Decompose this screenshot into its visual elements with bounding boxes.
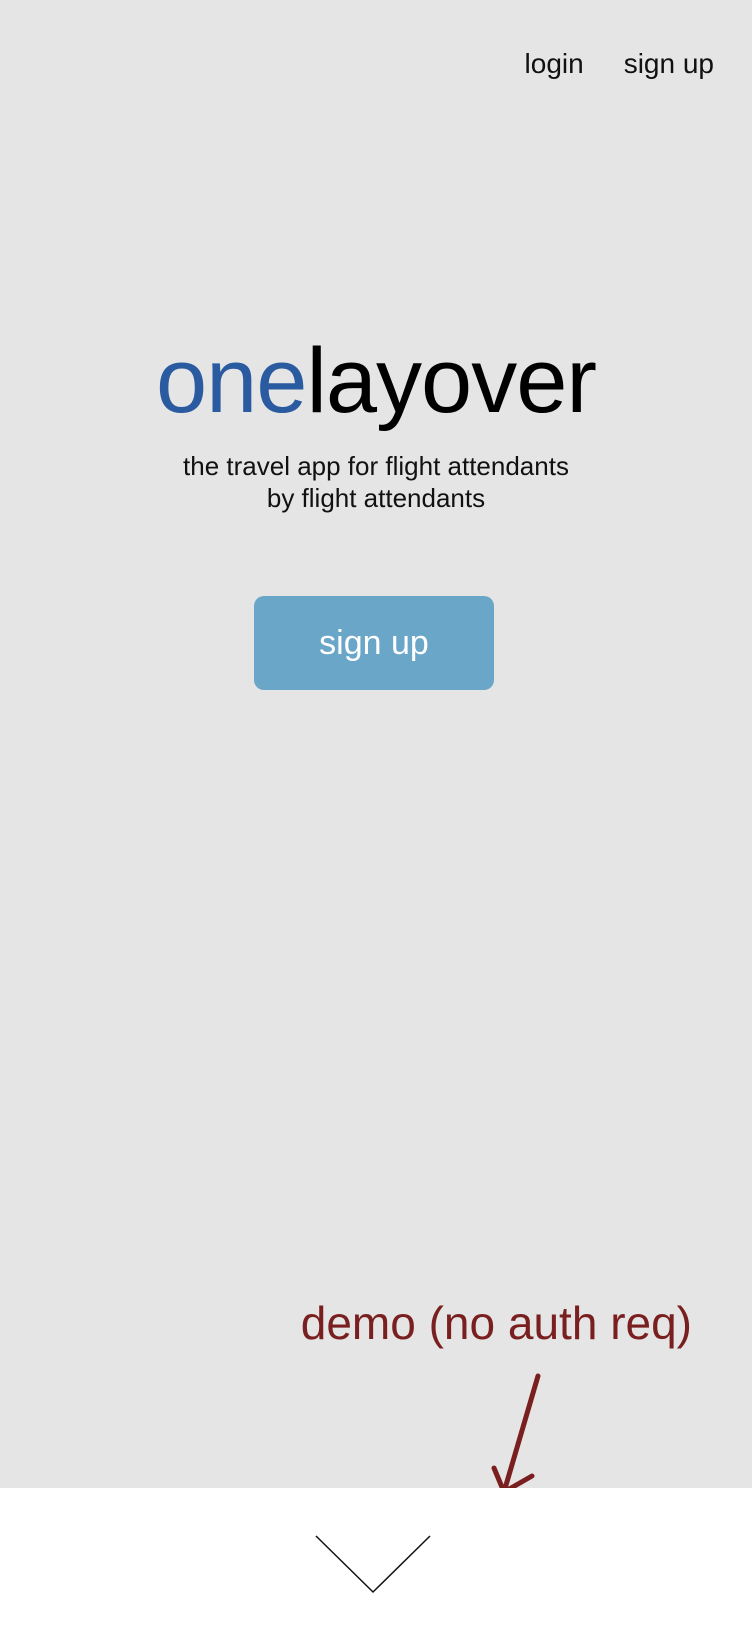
hero-section: login sign up onelayover the travel app …: [0, 0, 752, 1495]
annotation-arrow-icon: [491, 1373, 541, 1495]
brand-main-text: layover: [306, 330, 597, 432]
footer-bar: [0, 1488, 752, 1626]
brand-logo: onelayover: [0, 326, 752, 436]
signup-button[interactable]: sign up: [254, 596, 494, 690]
brand-accent-text: one: [155, 330, 307, 432]
tagline-line-2: by flight attendants: [266, 483, 486, 513]
landing-page: login sign up onelayover the travel app …: [0, 0, 752, 1626]
signup-link[interactable]: sign up: [624, 48, 714, 80]
chevron-down-icon[interactable]: [314, 1534, 432, 1594]
login-link[interactable]: login: [525, 48, 584, 80]
top-nav: login sign up: [525, 48, 714, 80]
tagline: the travel app for flight attendants by …: [0, 450, 752, 514]
tagline-line-1: the travel app for flight attendants: [183, 451, 569, 481]
demo-annotation: demo (no auth req): [300, 1297, 692, 1349]
